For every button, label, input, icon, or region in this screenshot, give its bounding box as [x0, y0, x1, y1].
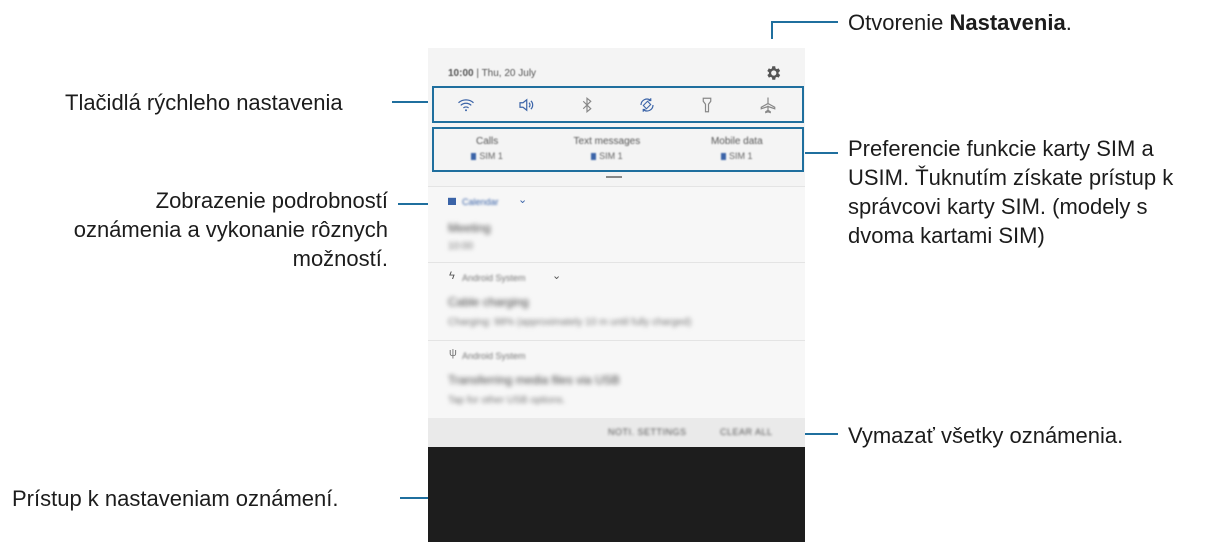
notification-footer: NOTI. SETTINGS CLEAR ALL: [428, 418, 805, 447]
callout-clear-all: Vymazať všetky oznámenia.: [848, 423, 1124, 448]
leader-line-quick: [392, 101, 432, 103]
callout-settings: Otvorenie Nastavenia.: [848, 10, 1072, 35]
callout-notification-details: Zobrazenie podrobností oznámenia a vykon…: [73, 188, 388, 271]
leader-line-settings-v: [771, 21, 773, 39]
notification-settings-button[interactable]: NOTI. SETTINGS: [608, 427, 687, 437]
callout-quick-settings: Tlačidlá rýchleho nastavenia: [65, 90, 343, 115]
callout-notification-settings: Prístup k nastaveniam oznámení.: [12, 486, 339, 511]
calendar-icon: [448, 197, 456, 205]
leader-line-settings: [772, 21, 838, 23]
drag-handle[interactable]: [606, 176, 622, 178]
status-bar: 10:00 | Thu, 20 July: [448, 68, 537, 79]
notification-charging[interactable]: ϟ Android System ⌄ Cable charging Chargi…: [428, 262, 805, 341]
chevron-down-icon[interactable]: ⌄: [552, 269, 561, 282]
notification-calendar[interactable]: Calendar ⌄ Meeting 10:00: [428, 186, 805, 263]
bolt-icon: ϟ: [449, 270, 455, 282]
chevron-down-icon[interactable]: ⌄: [518, 193, 527, 206]
notification-usb[interactable]: ψ Android System Transferring media file…: [428, 340, 805, 419]
highlight-quick-settings: [432, 86, 804, 123]
highlight-sim: [432, 127, 804, 172]
background-overlay: [428, 447, 805, 542]
leader-line-sim: [802, 152, 838, 154]
clear-all-button[interactable]: CLEAR ALL: [720, 427, 773, 437]
callout-sim: Preferencie funkcie karty SIM a USIM. Ťu…: [848, 136, 1174, 248]
settings-gear-icon[interactable]: [764, 64, 782, 82]
usb-icon: ψ: [449, 347, 457, 359]
